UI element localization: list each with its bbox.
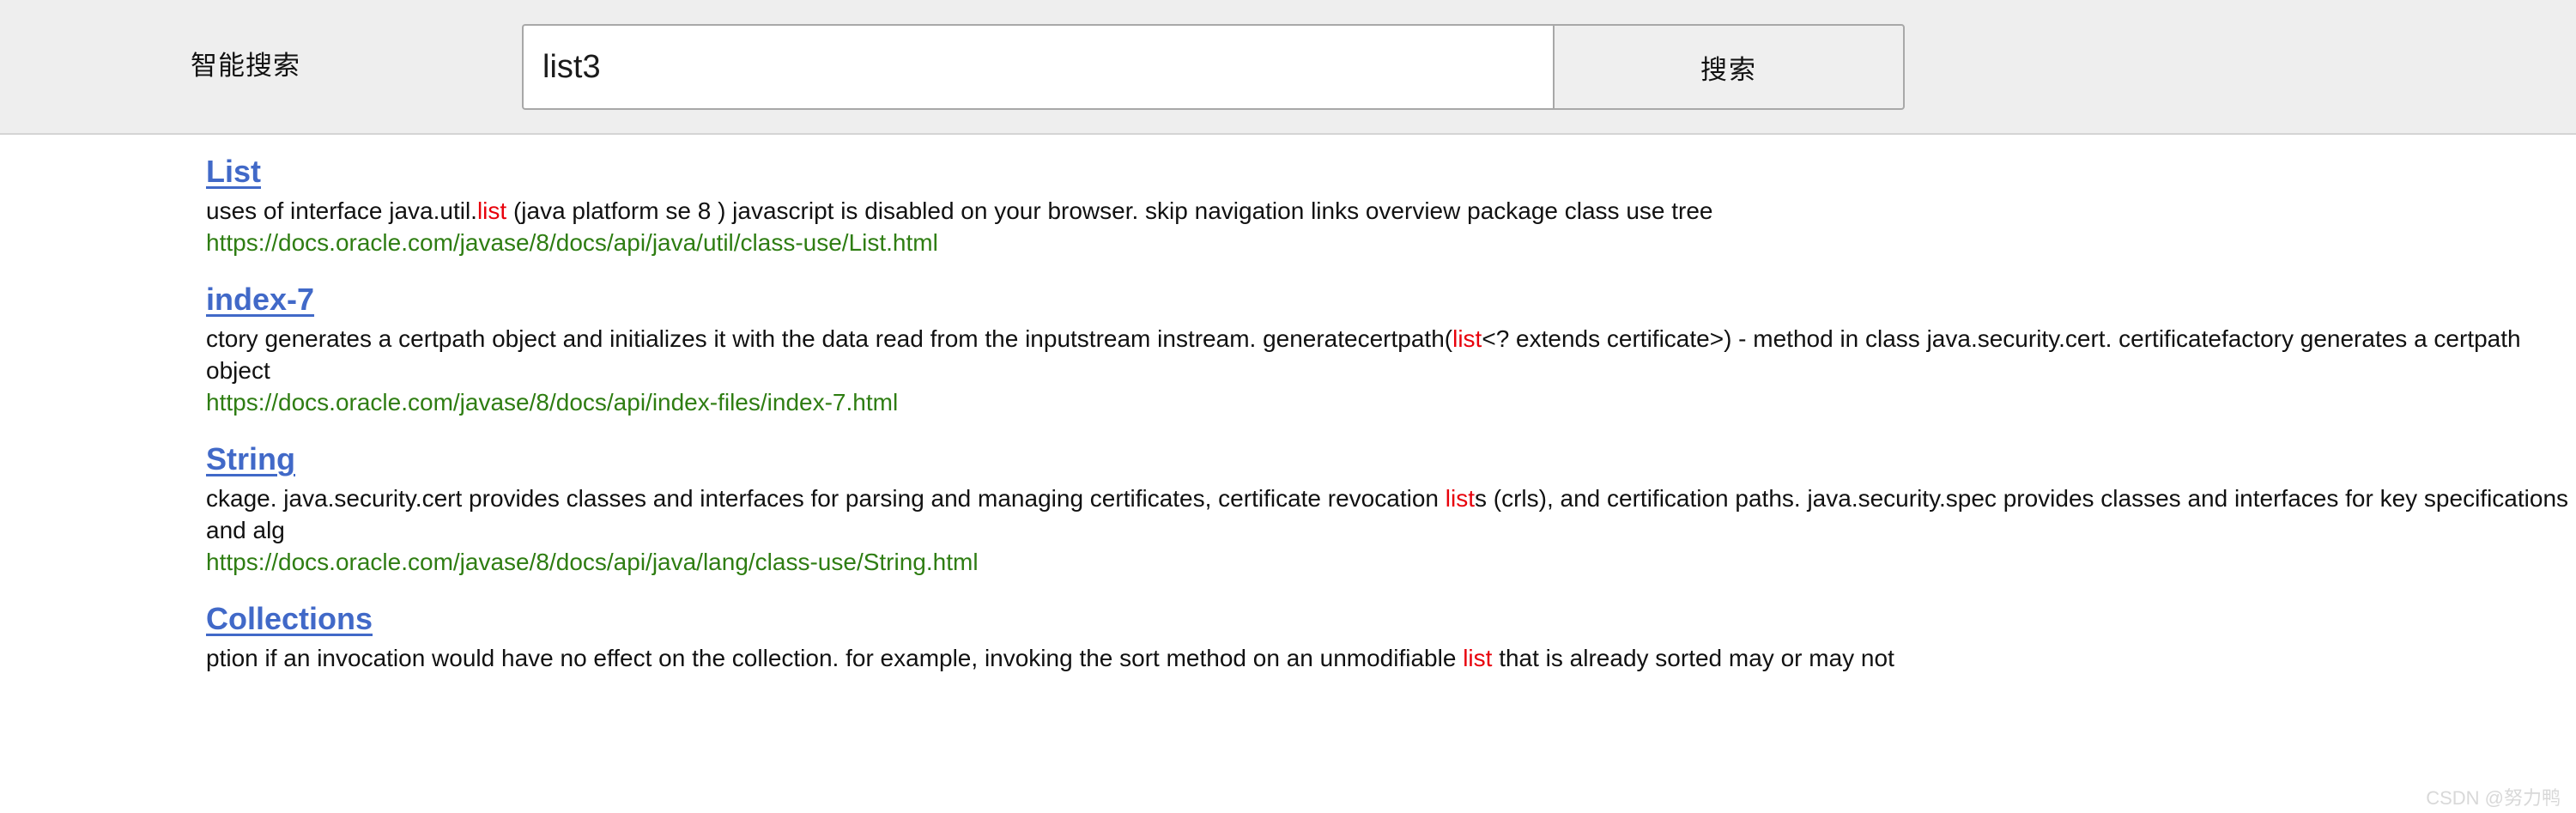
- search-button[interactable]: 搜索: [1553, 24, 1905, 110]
- snippet-text-pre: ctory generates a certpath object and in…: [206, 325, 1453, 352]
- snippet-text-pre: uses of interface java.util.: [206, 197, 477, 224]
- result-url[interactable]: https://docs.oracle.com/javase/8/docs/ap…: [206, 546, 2576, 578]
- result-snippet: ption if an invocation would have no eff…: [206, 642, 2575, 674]
- search-results-list: List uses of interface java.util.list (j…: [0, 152, 2576, 674]
- snippet-text-pre: ckage. java.security.cert provides class…: [206, 485, 1446, 512]
- result-title-link[interactable]: Collections: [206, 599, 373, 639]
- result-title-link[interactable]: List: [206, 152, 261, 191]
- search-result-item: index-7 ctory generates a certpath objec…: [0, 280, 2576, 418]
- search-form: 智能搜索 搜索: [0, 0, 2576, 133]
- result-snippet: ckage. java.security.cert provides class…: [206, 482, 2575, 546]
- search-label: 智能搜索: [191, 51, 300, 81]
- snippet-text-pre: ption if an invocation would have no eff…: [206, 645, 1464, 671]
- search-result-item: Collections ption if an invocation would…: [0, 599, 2576, 674]
- result-url[interactable]: https://docs.oracle.com/javase/8/docs/ap…: [206, 386, 2576, 418]
- result-title-link[interactable]: String: [206, 440, 295, 479]
- watermark: CSDN @努力鸭: [2426, 787, 2561, 809]
- result-url[interactable]: https://docs.oracle.com/javase/8/docs/ap…: [206, 227, 2576, 258]
- snippet-highlight: list: [1445, 485, 1475, 512]
- search-input[interactable]: [522, 24, 1553, 110]
- snippet-text-post: that is already sorted may or may not: [1492, 645, 1894, 671]
- snippet-highlight: list: [1452, 325, 1482, 352]
- snippet-highlight: list: [476, 197, 507, 224]
- search-controls: 搜索: [522, 24, 1905, 110]
- snippet-highlight: list: [1463, 645, 1493, 671]
- result-title-link[interactable]: index-7: [206, 280, 314, 319]
- search-result-item: String ckage. java.security.cert provide…: [0, 440, 2576, 578]
- result-snippet: uses of interface java.util.list (java p…: [206, 195, 2575, 227]
- snippet-text-post: (java platform se 8 ) javascript is disa…: [506, 197, 1713, 224]
- search-header: 智能搜索 搜索: [0, 0, 2576, 135]
- result-snippet: ctory generates a certpath object and in…: [206, 323, 2575, 386]
- search-result-item: List uses of interface java.util.list (j…: [0, 152, 2576, 258]
